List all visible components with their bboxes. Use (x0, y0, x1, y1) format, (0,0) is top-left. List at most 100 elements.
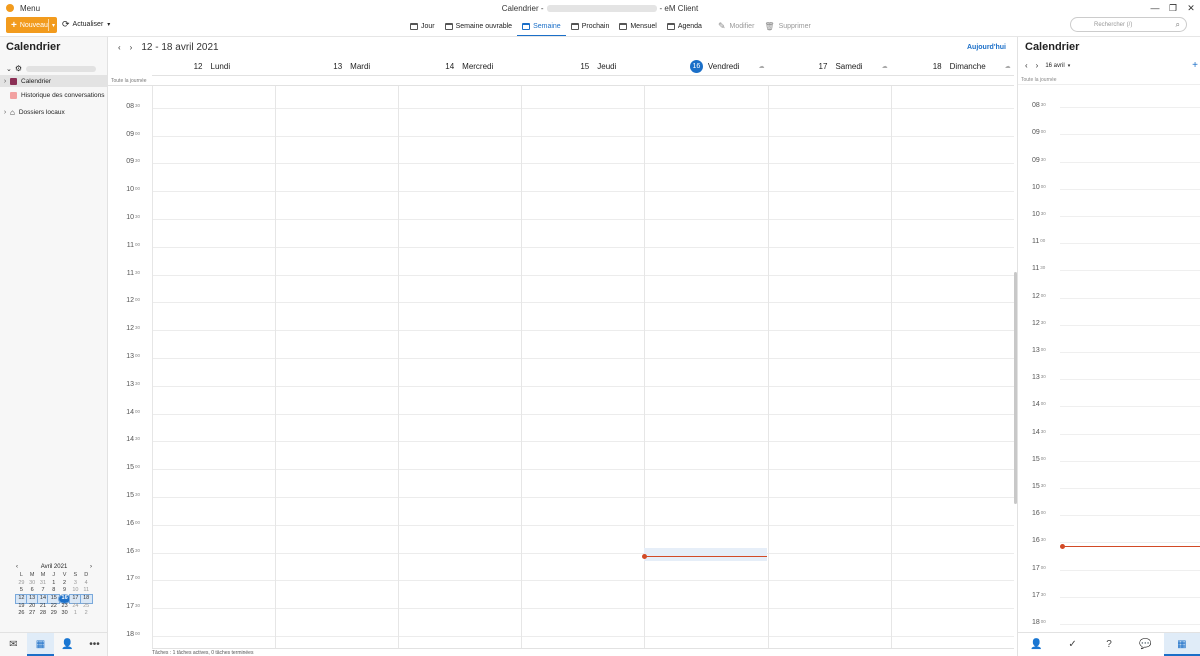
mini-calendar-day[interactable]: 27 (27, 610, 38, 618)
minimize-button[interactable]: — (1146, 0, 1164, 16)
mini-calendar-day[interactable]: 14 (36, 594, 50, 604)
time-label: 1600 (1032, 510, 1046, 518)
chat-icon[interactable]: 💬 (1127, 633, 1163, 656)
mini-calendar-day[interactable]: 29 (16, 580, 27, 588)
time-label: 1230 (126, 325, 140, 333)
right-time-grid[interactable]: 0800083009000930100010301100113012001230… (1018, 86, 1200, 632)
mini-calendar-day[interactable]: 29 (48, 610, 59, 618)
tab-day[interactable]: Jour (405, 16, 440, 36)
account-row[interactable]: ⌄ ⚙ (6, 64, 97, 73)
next-week-button[interactable]: › (130, 43, 133, 52)
day-header[interactable]: 17 Samedi ☁ (767, 57, 890, 75)
search-input[interactable]: Rechercher (/) ⌕ (1070, 17, 1187, 32)
edit-button[interactable]: ✎ Modifier (713, 16, 759, 36)
contacts-icon[interactable]: 👤 (54, 633, 81, 656)
day-header[interactable]: 15 Jeudi (521, 57, 644, 75)
allday-row[interactable]: Toute la journée (108, 77, 1014, 86)
mini-calendar-day[interactable]: 21 (38, 603, 49, 611)
mini-calendar-day[interactable]: 1 (48, 580, 59, 588)
sidebar-item-local-folders[interactable]: › ⌂ Dossiers locaux (0, 106, 107, 118)
day-header[interactable]: 16 Vendredi ☁ (644, 57, 767, 75)
mini-calendar-day[interactable]: 3 (70, 580, 81, 588)
day-headers: 12 Lundi 13 Mardi 14 Mercredi 15 Jeudi 16 Vendred… (152, 57, 1014, 76)
tab-upcoming[interactable]: Prochain (566, 16, 615, 36)
prev-month-button[interactable]: ‹ (16, 564, 18, 570)
close-button[interactable]: ✕ (1182, 0, 1200, 16)
calendar-nav-icon[interactable]: ▦ (27, 633, 54, 656)
mini-calendar-day[interactable]: 30 (59, 610, 70, 618)
mini-calendar-day[interactable]: 1 (70, 610, 81, 618)
mini-calendar-day[interactable]: 17 (69, 594, 82, 604)
mail-icon[interactable]: ✉ (0, 633, 27, 656)
sidebar-item-calendar[interactable]: › Calendrier (0, 75, 107, 87)
chevron-down-icon[interactable]: ▾ (107, 21, 110, 28)
day-name: Mardi (350, 61, 371, 71)
mini-calendar-day[interactable]: 9 (59, 587, 70, 595)
sidebar-item-conversation-history[interactable]: Historique des conversations (0, 89, 107, 101)
mini-calendar-day[interactable]: 18 (79, 594, 93, 604)
mini-calendar-day[interactable]: 24 (70, 603, 81, 611)
tab-week[interactable]: Semaine (517, 16, 566, 37)
day-header[interactable]: 18 Dimanche ☁ (891, 57, 1014, 75)
tasks-check-icon[interactable]: ✓ (1054, 633, 1090, 656)
mini-calendar-day[interactable]: 2 (81, 610, 92, 618)
chevron-down-icon[interactable]: ⌄ (6, 65, 12, 73)
mini-calendar-day[interactable]: 28 (38, 610, 49, 618)
mini-calendar-day[interactable]: 19 (16, 603, 27, 611)
sync-button[interactable]: ⟳ Actualiser ▾ (62, 19, 110, 30)
maximize-button[interactable]: ❐ (1164, 0, 1182, 16)
chevron-right-icon[interactable]: › (0, 109, 10, 116)
mini-calendar-day[interactable]: 16 (58, 594, 71, 604)
delete-button[interactable]: 🗑 Supprimer (759, 16, 815, 36)
mini-calendar-day[interactable]: 25 (81, 603, 92, 611)
hour-line (1060, 161, 1200, 163)
mini-calendar-day[interactable]: 6 (27, 587, 38, 595)
next-month-button[interactable]: › (90, 564, 92, 570)
mini-calendar-day[interactable]: 4 (81, 580, 92, 588)
chevron-right-icon[interactable]: › (0, 78, 10, 85)
tab-work-week[interactable]: Semaine ouvrable (440, 16, 517, 36)
calendar-panel-icon[interactable]: ▦ (1163, 633, 1200, 656)
menu-button[interactable]: Menu (20, 4, 40, 13)
chevron-down-icon[interactable]: ▾ (1068, 63, 1071, 69)
contact-details-icon[interactable]: 👤 (1018, 633, 1054, 656)
mini-calendar-day[interactable]: 10 (70, 587, 81, 595)
more-icon[interactable]: ••• (81, 633, 108, 656)
mini-calendar-day[interactable]: 11 (81, 587, 92, 595)
mini-calendar-day[interactable]: 13 (25, 594, 39, 604)
prev-day-button[interactable]: ‹ (1025, 61, 1028, 70)
mini-calendar-day[interactable]: 22 (48, 603, 59, 611)
current-time-line (1062, 546, 1200, 547)
day-column-divider (275, 86, 277, 649)
mini-calendar-day[interactable]: 7 (38, 587, 49, 595)
tab-month[interactable]: Mensuel (614, 16, 661, 36)
time-label: 1330 (126, 380, 140, 388)
calendar-checkbox[interactable] (10, 77, 17, 85)
mini-calendar-day[interactable]: 5 (16, 587, 27, 595)
right-allday-row[interactable]: Toute la journée (1018, 77, 1200, 85)
mini-calendar-day[interactable]: 2 (59, 580, 70, 588)
add-event-button[interactable]: + (1192, 60, 1198, 71)
mini-calendar-day[interactable]: 26 (16, 610, 27, 618)
mini-calendar-day[interactable]: 15 (47, 594, 61, 604)
help-icon[interactable]: ? (1091, 633, 1127, 656)
day-header[interactable]: 12 Lundi (152, 57, 275, 75)
hour-line (152, 524, 1014, 526)
mini-calendar-day[interactable]: 31 (38, 580, 49, 588)
today-button[interactable]: Aujourd'hui (967, 44, 1006, 51)
new-button[interactable]: + Nouveau ▾ (6, 17, 57, 33)
next-day-button[interactable]: › (1036, 61, 1039, 70)
chevron-down-icon[interactable]: ▾ (52, 22, 55, 29)
time-grid[interactable]: 0800083009000930100010301100113012001230… (108, 86, 1014, 649)
tab-agenda[interactable]: Agenda (662, 16, 707, 36)
day-header[interactable]: 13 Mardi (275, 57, 398, 75)
mini-calendar-day[interactable]: 23 (59, 603, 70, 611)
mini-calendar-day[interactable]: 8 (48, 587, 59, 595)
mini-calendar-day[interactable]: 12 (15, 594, 28, 604)
day-header[interactable]: 14 Mercredi (398, 57, 521, 75)
conversation-history-checkbox[interactable] (10, 91, 17, 99)
mini-calendar-day[interactable]: 30 (27, 580, 38, 588)
prev-week-button[interactable]: ‹ (118, 43, 121, 52)
hour-line (152, 219, 1014, 220)
mini-calendar-day[interactable]: 20 (27, 603, 38, 611)
